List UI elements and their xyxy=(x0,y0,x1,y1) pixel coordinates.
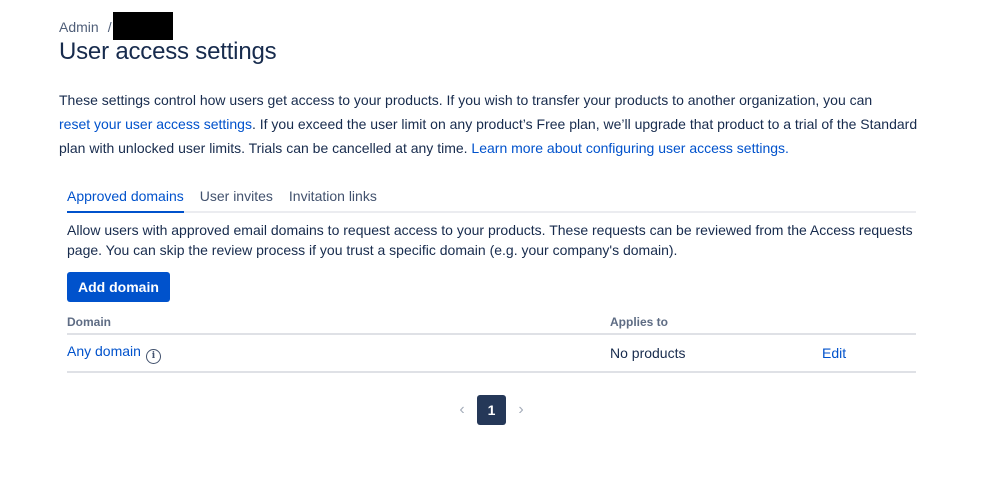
redacted-block xyxy=(112,12,173,40)
chevron-left-icon[interactable]: ‹ xyxy=(455,402,469,418)
header-applies-to: Applies to xyxy=(610,315,669,329)
tab-description: Allow users with approved email domains … xyxy=(67,222,913,258)
domain-cell: Any domain i xyxy=(67,343,161,364)
info-icon[interactable]: i xyxy=(145,349,161,364)
intro-paragraph: These settings control how users get acc… xyxy=(59,88,929,160)
chevron-right-icon[interactable]: › xyxy=(514,402,528,418)
page-title: User access settings xyxy=(59,38,277,65)
breadcrumb-admin[interactable]: Admin xyxy=(59,19,99,35)
intro-line-3-text: plan with unlocked user limits. Trials c… xyxy=(59,140,472,156)
intro-line-2: reset your user access settings. If you … xyxy=(59,112,929,136)
tab-list: Approved domains User invites Invitation… xyxy=(67,186,916,213)
table-header: Domain Applies to xyxy=(67,313,916,335)
breadcrumb-separator: / xyxy=(107,19,112,35)
add-domain-button[interactable]: Add domain xyxy=(67,272,170,302)
tab-user-invites[interactable]: User invites xyxy=(200,186,273,211)
edit-link[interactable]: Edit xyxy=(822,345,846,361)
breadcrumb: Admin / xyxy=(59,12,173,40)
tab-invitation-links[interactable]: Invitation links xyxy=(289,186,377,211)
reset-access-link[interactable]: reset your user access settings xyxy=(59,116,252,132)
header-domain: Domain xyxy=(67,315,112,329)
table-row: Any domain i No products Edit xyxy=(67,335,916,373)
any-domain-link[interactable]: Any domain xyxy=(67,343,141,359)
intro-line-2-text: . If you exceed the user limit on any pr… xyxy=(251,116,918,132)
learn-more-link[interactable]: Learn more about configuring user access… xyxy=(471,140,789,156)
domains-table: Domain Applies to Any domain i No product… xyxy=(67,313,916,373)
intro-line-1: These settings control how users get acc… xyxy=(59,92,873,108)
applies-to-cell: No products xyxy=(610,345,686,361)
intro-line-3: plan with unlocked user limits. Trials c… xyxy=(59,136,929,160)
pagination: ‹ 1 › xyxy=(455,395,528,425)
page-button-current[interactable]: 1 xyxy=(477,395,506,425)
tab-approved-domains[interactable]: Approved domains xyxy=(67,186,184,213)
